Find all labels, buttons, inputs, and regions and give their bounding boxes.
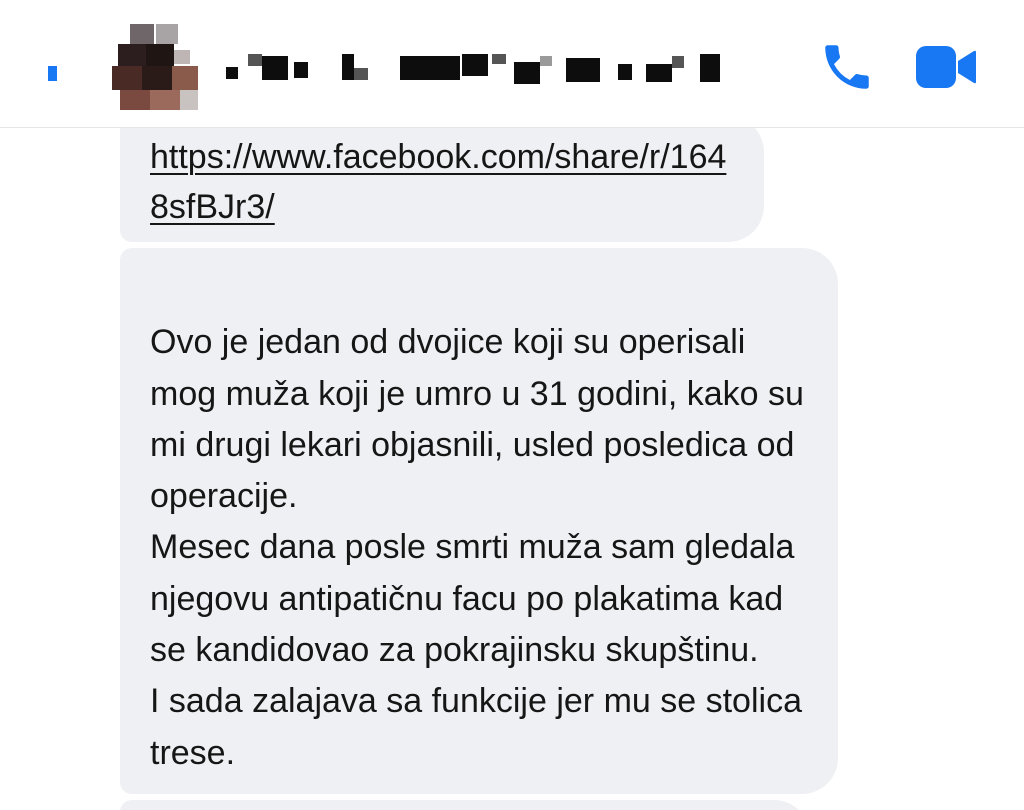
redacted-block (248, 54, 262, 66)
video-call-button[interactable] (914, 42, 978, 92)
message-bubble-partial (120, 800, 810, 810)
conversation-header (0, 0, 1024, 128)
redacted-block (514, 62, 540, 84)
avatar-pixel (150, 90, 180, 110)
redacted-block (262, 56, 288, 80)
contact-avatar[interactable] (112, 24, 198, 110)
redacted-block (226, 67, 238, 79)
redacted-block (342, 54, 354, 80)
redacted-block (354, 68, 368, 80)
phone-icon (825, 45, 869, 89)
redacted-block (462, 54, 488, 76)
audio-call-button[interactable] (818, 38, 876, 96)
redacted-block (492, 54, 506, 64)
avatar-pixel (130, 24, 154, 44)
video-camera-icon (916, 46, 976, 88)
message-text: Ovo je jedan od dvojice koji su operisal… (150, 323, 804, 772)
redacted-block (700, 54, 720, 82)
avatar-pixel (180, 90, 198, 110)
redacted-block (400, 56, 460, 80)
contact-name[interactable] (222, 54, 742, 88)
redacted-block (294, 62, 308, 78)
chevron-left-icon (48, 66, 57, 81)
avatar-pixel (118, 44, 146, 66)
redacted-block (618, 64, 632, 80)
message-bubble-link: https://www.facebook.com/share/r/1648sfB… (120, 128, 764, 242)
avatar-pixel (146, 44, 174, 66)
avatar-pixel (142, 66, 172, 90)
redacted-block (672, 56, 684, 68)
avatar-pixel (120, 90, 150, 110)
redacted-block (646, 64, 672, 82)
avatar-pixel (172, 66, 198, 90)
avatar-pixel (112, 66, 142, 90)
shared-link[interactable]: https://www.facebook.com/share/r/1648sfB… (150, 138, 726, 226)
back-button[interactable] (40, 66, 62, 84)
redacted-block (540, 56, 552, 66)
avatar-pixel (174, 50, 190, 64)
message-thread[interactable]: https://www.facebook.com/share/r/1648sfB… (0, 128, 1024, 810)
message-bubble-text: Ovo je jedan od dvojice koji su operisal… (120, 248, 838, 794)
redacted-block (566, 58, 600, 82)
avatar-pixel (156, 24, 178, 44)
